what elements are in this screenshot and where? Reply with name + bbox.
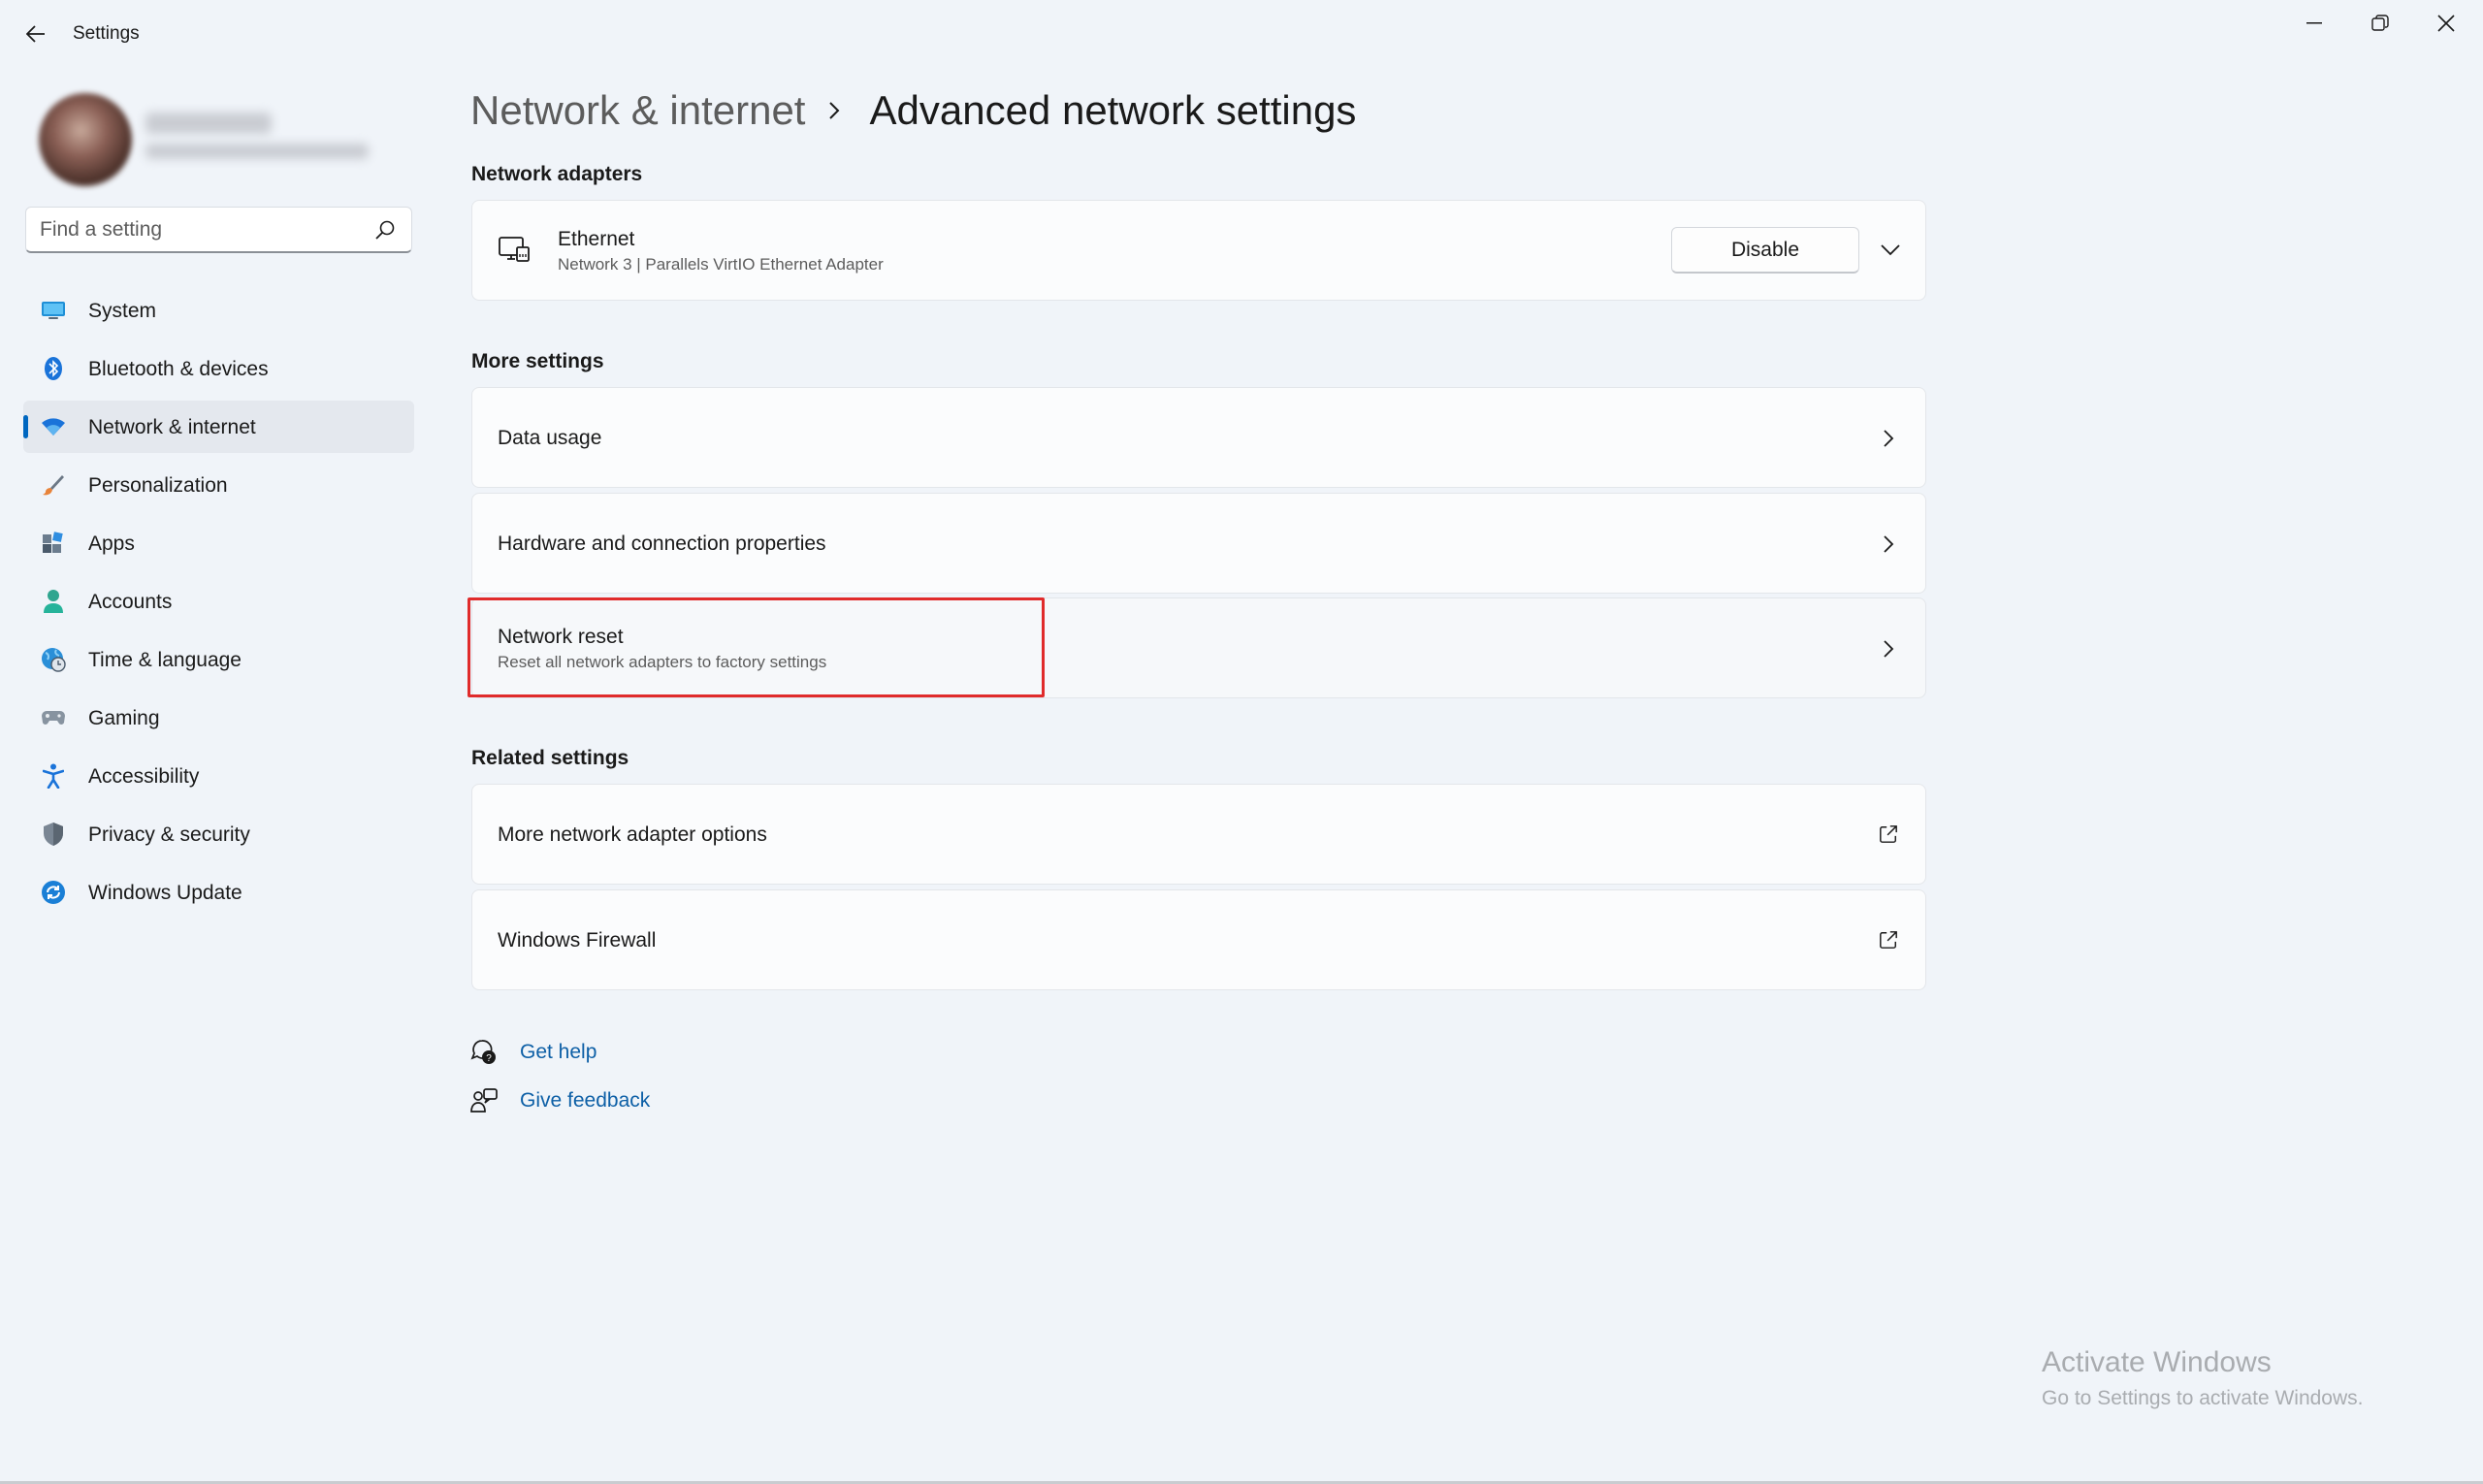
sidebar-item-label: Privacy & security bbox=[88, 823, 250, 846]
sidebar-item-label: Windows Update bbox=[88, 882, 242, 904]
sidebar-item-gaming[interactable]: Gaming bbox=[23, 692, 414, 744]
restore-icon bbox=[2371, 15, 2389, 31]
title-bar: Settings bbox=[0, 0, 2483, 70]
back-button[interactable] bbox=[19, 17, 52, 50]
minimize-button[interactable] bbox=[2281, 4, 2347, 43]
disable-adapter-button[interactable]: Disable bbox=[1671, 227, 1859, 274]
network-reset-label: Network reset bbox=[498, 626, 624, 648]
sidebar-item-label: Accessibility bbox=[88, 765, 200, 788]
section-title-network-adapters: Network adapters bbox=[471, 163, 643, 185]
sidebar-item-privacy-security[interactable]: Privacy & security bbox=[23, 808, 414, 860]
external-link-icon bbox=[1879, 824, 1898, 844]
chevron-right-icon bbox=[828, 99, 844, 122]
minimize-icon bbox=[2306, 22, 2322, 24]
activation-watermark: Activate Windows Go to Settings to activ… bbox=[2042, 1346, 2364, 1410]
chevron-right-icon bbox=[1879, 534, 1898, 554]
data-usage-card[interactable]: Data usage bbox=[471, 387, 1926, 488]
sidebar-nav: System Bluetooth & devices Network & int… bbox=[23, 284, 414, 924]
sidebar-item-personalization[interactable]: Personalization bbox=[23, 459, 414, 511]
sidebar-item-label: Bluetooth & devices bbox=[88, 358, 269, 380]
restore-button[interactable] bbox=[2347, 4, 2413, 43]
network-reset-card[interactable]: Network reset Reset all network adapters… bbox=[471, 597, 1926, 698]
chevron-down-icon[interactable] bbox=[1879, 240, 1902, 261]
sidebar-item-time-language[interactable]: Time & language bbox=[23, 633, 414, 686]
more-network-adapter-options-label: More network adapter options bbox=[498, 823, 767, 846]
sidebar-item-label: Personalization bbox=[88, 474, 228, 497]
shield-icon bbox=[41, 822, 66, 847]
person-icon bbox=[41, 589, 66, 614]
sidebar-item-accounts[interactable]: Accounts bbox=[23, 575, 414, 628]
gamepad-icon bbox=[41, 705, 66, 730]
adapter-name: Ethernet bbox=[558, 228, 635, 250]
external-link-icon bbox=[1879, 930, 1898, 950]
settings-window: Settings System Bluet bbox=[0, 0, 2483, 1484]
network-reset-description: Reset all network adapters to factory se… bbox=[498, 653, 827, 671]
adapter-description: Network 3 | Parallels VirtIO Ethernet Ad… bbox=[558, 255, 884, 274]
chevron-right-icon bbox=[1879, 639, 1898, 659]
give-feedback-link[interactable]: Give feedback bbox=[520, 1089, 650, 1113]
watermark-subtitle: Go to Settings to activate Windows. bbox=[2042, 1387, 2364, 1409]
sidebar-item-apps[interactable]: Apps bbox=[23, 517, 414, 569]
profile-email-blurred bbox=[145, 144, 369, 159]
sidebar-item-network[interactable]: Network & internet bbox=[23, 401, 414, 453]
close-button[interactable] bbox=[2413, 4, 2479, 43]
watermark-title: Activate Windows bbox=[2042, 1346, 2272, 1378]
search-icon[interactable] bbox=[374, 219, 396, 241]
sidebar-item-windows-update[interactable]: Windows Update bbox=[23, 866, 414, 919]
hardware-connection-properties-label: Hardware and connection properties bbox=[498, 532, 826, 555]
data-usage-label: Data usage bbox=[498, 427, 602, 449]
bluetooth-icon bbox=[41, 356, 66, 381]
get-help-row[interactable]: ? Get help bbox=[469, 1035, 597, 1070]
sidebar-item-label: Network & internet bbox=[88, 416, 256, 438]
feedback-icon bbox=[469, 1086, 499, 1115]
user-profile[interactable] bbox=[29, 85, 417, 192]
sidebar-item-label: Apps bbox=[88, 532, 135, 555]
breadcrumb-parent[interactable]: Network & internet bbox=[470, 87, 805, 134]
svg-text:?: ? bbox=[486, 1053, 492, 1064]
hardware-connection-properties-card[interactable]: Hardware and connection properties bbox=[471, 493, 1926, 594]
close-icon bbox=[2437, 15, 2455, 32]
ethernet-adapter-card[interactable]: Ethernet Network 3 | Parallels VirtIO Et… bbox=[471, 200, 1926, 301]
windows-firewall-card[interactable]: Windows Firewall bbox=[471, 889, 1926, 990]
sidebar-item-label: Accounts bbox=[88, 591, 173, 613]
window-title: Settings bbox=[73, 23, 140, 44]
wifi-icon bbox=[41, 414, 66, 439]
accessibility-icon bbox=[41, 763, 66, 789]
sidebar-item-label: System bbox=[88, 300, 157, 322]
back-arrow-icon bbox=[26, 25, 45, 43]
update-icon bbox=[41, 880, 66, 905]
sidebar-item-accessibility[interactable]: Accessibility bbox=[23, 750, 414, 802]
globe-clock-icon bbox=[41, 647, 66, 672]
sidebar-item-label: Gaming bbox=[88, 707, 160, 729]
section-title-related-settings: Related settings bbox=[471, 747, 629, 769]
apps-icon bbox=[41, 531, 66, 556]
brush-icon bbox=[41, 472, 66, 498]
profile-name-blurred bbox=[145, 113, 272, 134]
breadcrumb: Network & internet Advanced network sett… bbox=[470, 81, 1356, 140]
avatar bbox=[39, 93, 132, 186]
page-title: Advanced network settings bbox=[869, 87, 1357, 133]
search-input[interactable] bbox=[40, 216, 360, 243]
sidebar-item-bluetooth[interactable]: Bluetooth & devices bbox=[23, 342, 414, 395]
search-box[interactable] bbox=[25, 207, 412, 253]
windows-firewall-label: Windows Firewall bbox=[498, 929, 657, 952]
chevron-right-icon bbox=[1879, 429, 1898, 448]
get-help-link[interactable]: Get help bbox=[520, 1041, 597, 1064]
sidebar-item-label: Time & language bbox=[88, 649, 242, 671]
sidebar-item-system[interactable]: System bbox=[23, 284, 414, 337]
ethernet-icon bbox=[499, 237, 530, 262]
monitor-icon bbox=[41, 298, 66, 323]
give-feedback-row[interactable]: Give feedback bbox=[469, 1083, 650, 1118]
more-network-adapter-options-card[interactable]: More network adapter options bbox=[471, 784, 1926, 885]
section-title-more-settings: More settings bbox=[471, 350, 604, 372]
help-chat-icon: ? bbox=[469, 1038, 499, 1067]
